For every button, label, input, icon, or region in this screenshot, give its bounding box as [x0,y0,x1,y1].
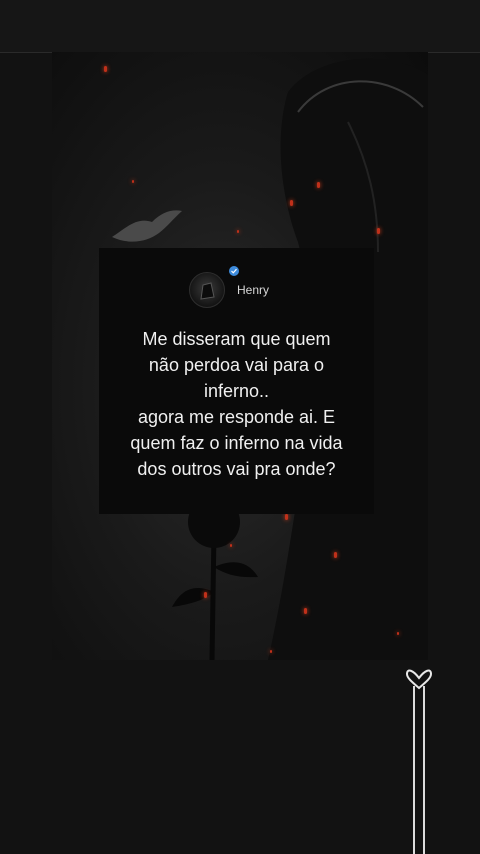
quote-line: quem faz o inferno na vida [130,433,343,453]
ember-particle [204,592,207,598]
ember-particle [230,544,232,547]
ember-particle [317,182,320,188]
swipe-heart-icon[interactable] [404,660,434,854]
ember-particle [237,230,239,233]
top-bar [0,0,480,53]
avatar-icon[interactable] [189,272,225,308]
quote-text: Me disseram que quem não perdoa vai para… [99,326,374,482]
ember-particle [290,200,293,206]
ember-particle [104,66,107,72]
author-name[interactable]: Henry [237,283,269,297]
quote-card: Henry Me disseram que quem não perdoa va… [99,248,374,514]
quote-line: não perdoa vai para o [148,355,325,375]
ember-particle [270,650,272,653]
ember-particle [377,228,380,234]
quote-line: Me disseram que quem [142,329,331,349]
story-image[interactable]: Henry Me disseram que quem não perdoa va… [52,52,428,660]
ember-particle [132,180,134,183]
quote-line: inferno.. [203,381,270,401]
quote-line: agora me responde ai. E [137,407,336,427]
ember-particle [334,552,337,558]
author-row[interactable]: Henry [189,270,269,310]
ember-particle [397,632,399,635]
verified-check-icon [229,266,239,276]
ember-particle [304,608,307,614]
quote-line: dos outros vai pra onde? [137,459,336,479]
ember-particle [285,514,288,520]
